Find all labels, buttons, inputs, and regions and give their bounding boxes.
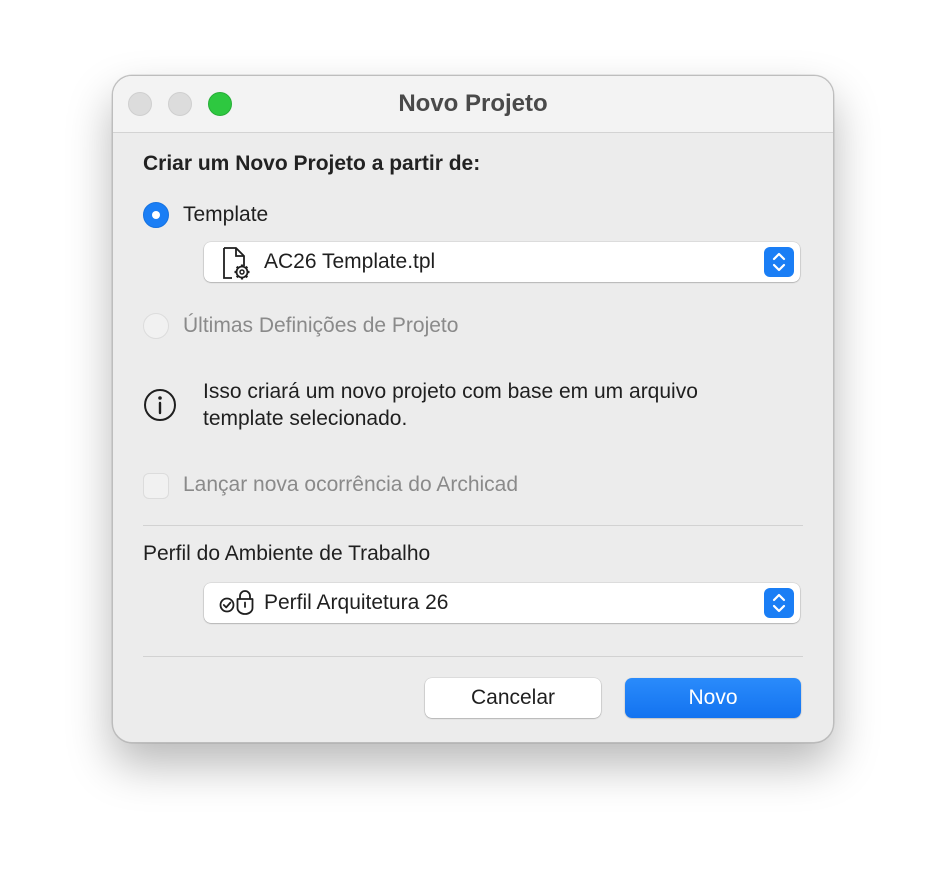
launch-new-instance-checkbox[interactable] xyxy=(143,473,169,499)
last-settings-radio[interactable] xyxy=(143,313,169,339)
title-bar[interactable]: Novo Projeto xyxy=(113,76,833,133)
launch-new-instance-label[interactable]: Lançar nova ocorrência do Archicad xyxy=(183,473,518,497)
info-icon xyxy=(143,388,177,427)
cancel-button[interactable]: Cancelar xyxy=(425,678,601,718)
new-button[interactable]: Novo xyxy=(625,678,801,718)
info-text-line-1: Isso criará um novo projeto com base em … xyxy=(203,380,698,403)
template-popup-value: AC26 Template.tpl xyxy=(264,250,436,273)
locked-profile-check-icon xyxy=(218,589,262,622)
separator xyxy=(143,525,803,526)
info-text-line-2: template selecionado. xyxy=(203,407,408,430)
template-file-gear-icon xyxy=(220,246,252,285)
last-settings-radio-label[interactable]: Últimas Definições de Projeto xyxy=(183,314,458,338)
info-text: Isso criará um novo projeto com base em … xyxy=(203,378,783,432)
source-heading: Criar um Novo Projeto a partir de: xyxy=(143,152,481,175)
template-popup[interactable]: AC26 Template.tpl xyxy=(204,242,800,282)
work-environment-popup[interactable]: Perfil Arquitetura 26 xyxy=(204,583,800,623)
work-environment-popup-value: Perfil Arquitetura 26 xyxy=(264,591,449,614)
template-radio-label[interactable]: Template xyxy=(183,203,268,227)
template-popup-chevron-updown-icon[interactable] xyxy=(764,247,794,277)
zoom-window-button[interactable] xyxy=(208,92,232,116)
new-project-dialog: Novo Projeto Criar um Novo Projeto a par… xyxy=(112,75,834,743)
separator xyxy=(143,656,803,657)
work-environment-label: Perfil do Ambiente de Trabalho xyxy=(143,542,431,565)
template-radio[interactable] xyxy=(143,202,169,228)
minimize-window-button[interactable] xyxy=(168,92,192,116)
work-environment-popup-chevron-updown-icon[interactable] xyxy=(764,588,794,618)
close-window-button[interactable] xyxy=(128,92,152,116)
